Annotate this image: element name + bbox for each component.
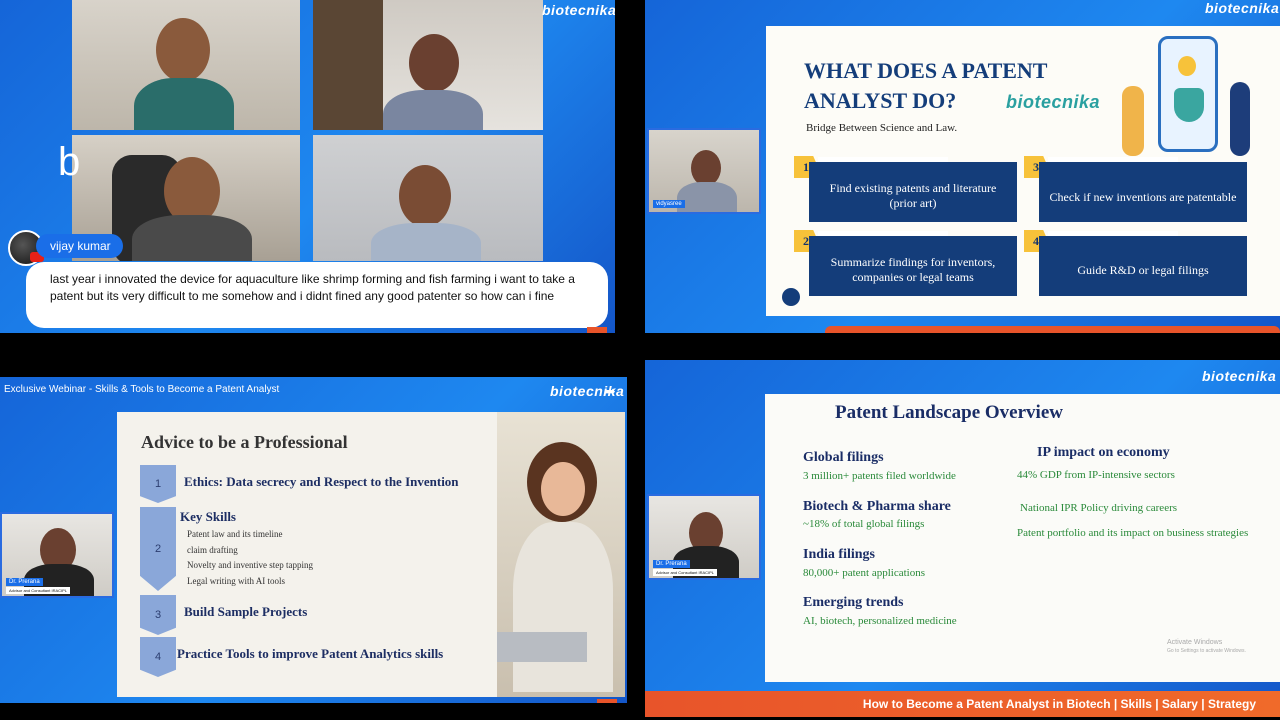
webinar-banner: How to Become a Patent Analyst in Biotec… (645, 691, 1280, 717)
bottom-stripe (825, 326, 1280, 333)
impact-item: Patent portfolio and its impact on busin… (1017, 527, 1249, 539)
slide-landscape: Patent Landscape Overview Global filings… (765, 394, 1280, 682)
advice-item: Key Skills (180, 509, 236, 524)
woman-laptop-photo (497, 412, 625, 697)
advice-item: Build Sample Projects (184, 604, 308, 619)
impact-item: National IPR Policy driving careers (1020, 502, 1178, 514)
slide-subtitle: Bridge Between Science and Law. (806, 122, 958, 134)
participant-tile-4 (313, 135, 543, 261)
biotecnika-logo: biotecnika (1202, 368, 1277, 384)
stat-heading: Emerging trends (803, 595, 904, 610)
step-chevron: 2 (140, 507, 176, 591)
card-body: Summarize findings for inventors, compan… (809, 236, 1017, 296)
card-body: Find existing patents and literature (pr… (809, 162, 1017, 222)
presenter-video: vidyasree (647, 128, 761, 214)
decorative-dot (782, 288, 800, 306)
card-body: Check if new inventions are patentable (1039, 162, 1247, 222)
chat-message: last year i innovated the device for aqu… (26, 262, 608, 328)
video-panel-slide-role: biotecnika vidyasree WHAT DOES A PATENT … (645, 0, 1280, 333)
stat-heading: Biotech & Pharma share (803, 499, 951, 514)
skill-item: claim drafting (187, 545, 238, 555)
chat-author-name: vijay kumar (36, 234, 123, 258)
slide-role: WHAT DOES A PATENT ANALYST DO? biotecnik… (766, 26, 1280, 316)
watermark-line2: Go to Settings to activate Windows. (1167, 648, 1246, 654)
advice-item: Ethics: Data secrecy and Respect to the … (184, 474, 459, 489)
skill-item: Patent law and its timeline (187, 529, 283, 539)
video-title: Exclusive Webinar - Skills & Tools to Be… (4, 384, 280, 395)
bottom-stripe (597, 699, 617, 703)
bulb-icon (1178, 56, 1196, 76)
impact-heading: IP impact on economy (1037, 445, 1170, 460)
video-panel-slide-landscape: biotecnika Patent Landscape Overview Glo… (645, 360, 1280, 717)
stat-value: ~18% of total global filings (803, 518, 925, 530)
slide-title: Patent Landscape Overview (835, 402, 1063, 423)
stat-heading: Global filings (803, 450, 884, 465)
presenter-video: Dr. Prerana Advisor and Consultant IRACI… (0, 512, 114, 598)
step-chevron: 3 (140, 595, 176, 635)
shield-icon (1174, 88, 1204, 122)
person-illustration-right (1230, 82, 1250, 156)
stat-value: 80,000+ patent applications (803, 567, 925, 579)
decorative-swoosh (1236, 276, 1280, 326)
stat-heading: India filings (803, 547, 875, 562)
advice-item: Practice Tools to improve Patent Analyti… (177, 646, 444, 661)
video-panel-slide-advice: Exclusive Webinar - Skills & Tools to Be… (0, 377, 627, 703)
participant-tile-1 (72, 0, 300, 130)
step-chevron: 1 (140, 465, 176, 503)
presenter-name: Dr. Prerana (653, 560, 690, 568)
step-chevron: 4 (140, 637, 176, 677)
presenter-name: vidyasree (653, 200, 685, 208)
presenter-video: Dr. Prerana Advisor and Consultant IRACI… (647, 494, 761, 580)
video-panel-participants: biotecnika b vijay kumar last year i inn… (0, 0, 615, 333)
presenter-name: Dr. Prerana (6, 578, 43, 586)
stat-value: 3 million+ patents filed worldwide (803, 470, 956, 482)
slide-title-line1: WHAT DOES A PATENT (804, 58, 1048, 83)
biotecnika-logo: biotecnika (1205, 0, 1280, 16)
live-indicator (587, 327, 607, 333)
watermark-line1: Activate Windows (1167, 639, 1223, 646)
background-letter: b (58, 140, 81, 184)
presenter-title: Advisor and Consultant IRACIPL (6, 587, 71, 594)
stat-value: AI, biotech, personalized medicine (803, 615, 957, 627)
participant-tile-2 (313, 0, 543, 130)
slide-title: Advice to be a Professional (141, 432, 348, 452)
presenter-title: Advisor and Consultant IRACIPL (653, 569, 718, 576)
windows-watermark: Activate Windows Go to Settings to activ… (1167, 638, 1246, 656)
card-body: Guide R&D or legal filings (1039, 236, 1247, 296)
skill-item: Legal writing with AI tools (187, 576, 285, 586)
biotecnika-logo: biotecnika (542, 2, 615, 18)
share-icon[interactable]: ➦ (604, 383, 616, 400)
biotecnika-logo: biotecnika (1006, 92, 1101, 112)
impact-item: 44% GDP from IP-intensive sectors (1017, 469, 1175, 481)
person-illustration-left (1122, 86, 1144, 156)
skill-item: Novelty and inventive step tapping (187, 560, 313, 570)
